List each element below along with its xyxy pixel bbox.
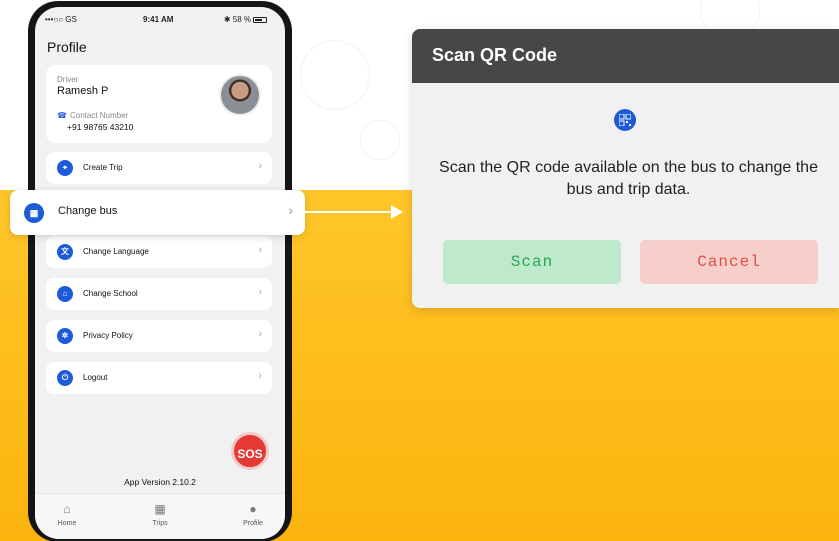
user-icon: ● — [249, 502, 257, 516]
tab-label: Trips — [152, 520, 168, 527]
change-bus-item[interactable]: ▦ Change bus › — [10, 190, 305, 235]
tab-label: Home — [57, 520, 77, 527]
pointer-arrow-head — [391, 205, 403, 219]
dialog-message: Scan the QR code available on the bus to… — [439, 159, 818, 198]
menu-item-change-language[interactable]: 文 Change Language › — [46, 236, 272, 268]
contact-number[interactable]: +91 98765 43210 — [67, 122, 133, 132]
phone-icon: ☎ — [57, 111, 67, 120]
change-bus-label: Change bus — [58, 205, 118, 217]
status-bar: •••○○ GS 9:41 AM ✱ 58 % — [35, 7, 285, 31]
chevron-right-icon: › — [258, 244, 262, 256]
calendar-icon: ▦ — [154, 502, 166, 516]
decorative-circle — [300, 40, 370, 110]
contact-label-row: ☎ Contact Number — [57, 111, 128, 120]
chevron-right-icon: › — [258, 286, 262, 298]
menu-item-change-school[interactable]: ⌂ Change School › — [46, 278, 272, 310]
menu-item-label: Change Language — [83, 247, 149, 256]
battery-percent: 58 % — [232, 15, 251, 24]
menu-item-label: Privacy Policy — [83, 331, 133, 340]
qr-code-icon — [614, 109, 636, 131]
chevron-right-icon: › — [288, 202, 293, 218]
menu-item-create-trip[interactable]: ⌖ Create Trip › — [46, 152, 272, 184]
menu-item-logout[interactable]: ⏻ Logout › — [46, 362, 272, 394]
tab-home[interactable]: ⌂ Home — [42, 502, 92, 527]
pointer-arrow-line — [305, 211, 393, 213]
contact-label: Contact Number — [69, 111, 129, 120]
school-icon: ⌂ — [57, 286, 73, 302]
chevron-right-icon: › — [258, 328, 262, 340]
menu-item-label: Logout — [83, 373, 108, 382]
tab-label: Profile — [243, 520, 263, 527]
bluetooth-icon: ✱ — [223, 15, 233, 24]
tab-trips[interactable]: ▦ Trips — [135, 502, 185, 527]
privacy-icon: ✲ — [57, 328, 73, 344]
menu-item-label: Change School — [83, 289, 138, 298]
decorative-circle — [360, 120, 400, 160]
battery-status: ✱ 58 % — [224, 15, 267, 24]
phone-frame: •••○○ GS 9:41 AM ✱ 58 % Profile Driver R… — [28, 1, 292, 541]
page-title: Profile — [47, 39, 87, 55]
location-pin-icon: ⌖ — [57, 160, 73, 176]
tab-profile[interactable]: ● Profile — [228, 502, 278, 527]
sos-button[interactable]: SOS — [231, 432, 269, 470]
battery-icon — [253, 16, 267, 23]
scan-button[interactable]: Scan — [443, 240, 621, 284]
driver-label: Driver — [57, 75, 79, 84]
status-time: 9:41 AM — [143, 15, 174, 24]
carrier-signal: •••○○ GS — [45, 15, 77, 24]
qr-code-icon: ▦ — [24, 203, 44, 223]
app-version: App Version 2.10.2 — [124, 477, 196, 487]
phone-screen: •••○○ GS 9:41 AM ✱ 58 % Profile Driver R… — [35, 7, 285, 539]
driver-name: Ramesh P — [57, 85, 109, 97]
scan-qr-dialog: Scan QR Code Scan the QR code available … — [412, 29, 839, 308]
power-icon: ⏻ — [57, 370, 73, 386]
cancel-button[interactable]: Cancel — [640, 240, 818, 284]
chevron-right-icon: › — [258, 160, 262, 172]
driver-card: Driver Ramesh P ☎ Contact Number +91 9876… — [46, 65, 272, 143]
avatar[interactable] — [219, 74, 261, 116]
chevron-right-icon: › — [258, 370, 262, 382]
menu-item-label: Create Trip — [83, 163, 123, 172]
home-icon: ⌂ — [63, 502, 71, 516]
dialog-header: Scan QR Code — [412, 29, 839, 83]
translate-icon: 文 — [57, 244, 73, 260]
tab-bar: ⌂ Home ▦ Trips ● Profile — [35, 493, 285, 539]
dialog-title: Scan QR Code — [432, 45, 558, 65]
menu-item-privacy-policy[interactable]: ✲ Privacy Policy › — [46, 320, 272, 352]
